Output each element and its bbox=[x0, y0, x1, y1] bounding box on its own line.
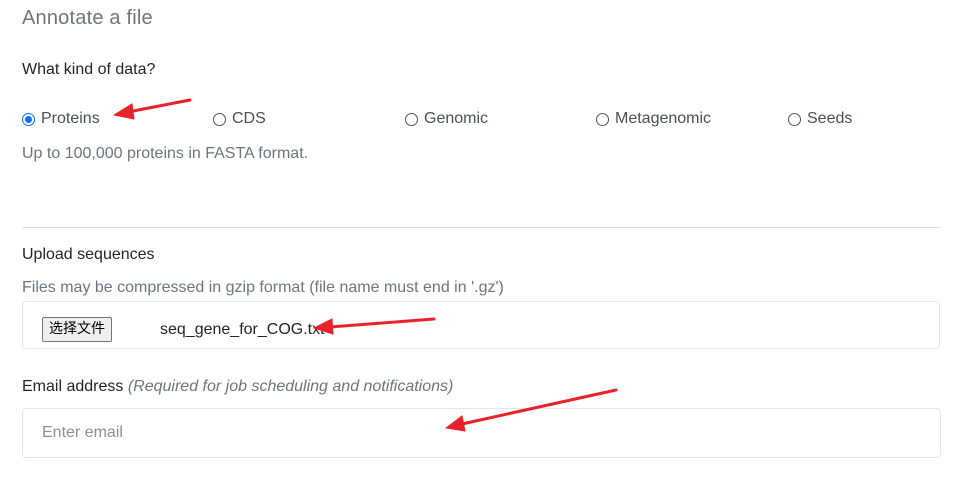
choose-file-button[interactable]: 选择文件 bbox=[42, 317, 112, 342]
radio-metagenomic[interactable]: Metagenomic bbox=[596, 110, 711, 128]
radio-button[interactable] bbox=[405, 112, 418, 126]
section-divider bbox=[22, 227, 941, 228]
radio-cds[interactable]: CDS bbox=[213, 110, 266, 128]
upload-label: Upload sequences bbox=[22, 246, 155, 263]
upload-help: Files may be compressed in gzip format (… bbox=[22, 279, 504, 296]
data-type-radio-group: Proteins CDS Genomic Metagenomic Seeds bbox=[0, 110, 968, 134]
file-input[interactable]: 选择文件 seq_gene_for_COG.txt bbox=[22, 301, 940, 349]
radio-seeds[interactable]: Seeds bbox=[788, 110, 852, 128]
radio-proteins[interactable]: Proteins bbox=[22, 110, 100, 128]
email-hint: (Required for job scheduling and notific… bbox=[127, 378, 454, 395]
radio-label-genomic: Genomic bbox=[424, 110, 489, 127]
radio-label-proteins: Proteins bbox=[41, 110, 100, 127]
radio-button-checked[interactable] bbox=[22, 112, 35, 126]
selected-file-name: seq_gene_for_COG.txt bbox=[160, 321, 325, 338]
radio-genomic[interactable]: Genomic bbox=[405, 110, 488, 128]
radio-button[interactable] bbox=[596, 112, 609, 126]
email-label: Email address (Required for job scheduli… bbox=[22, 378, 453, 396]
email-label-text: Email address bbox=[22, 378, 124, 395]
data-type-question: What kind of data? bbox=[22, 61, 156, 78]
radio-button[interactable] bbox=[213, 112, 226, 126]
data-type-help: Up to 100,000 proteins in FASTA format. bbox=[22, 145, 309, 162]
radio-label-cds: CDS bbox=[232, 110, 266, 127]
radio-label-seeds: Seeds bbox=[807, 110, 853, 127]
radio-label-metagenomic: Metagenomic bbox=[615, 110, 712, 127]
annotate-form: Annotate a file What kind of data? Prote… bbox=[0, 0, 968, 482]
email-field[interactable] bbox=[22, 408, 941, 458]
radio-button[interactable] bbox=[788, 112, 801, 126]
page-title: Annotate a file bbox=[22, 7, 153, 29]
